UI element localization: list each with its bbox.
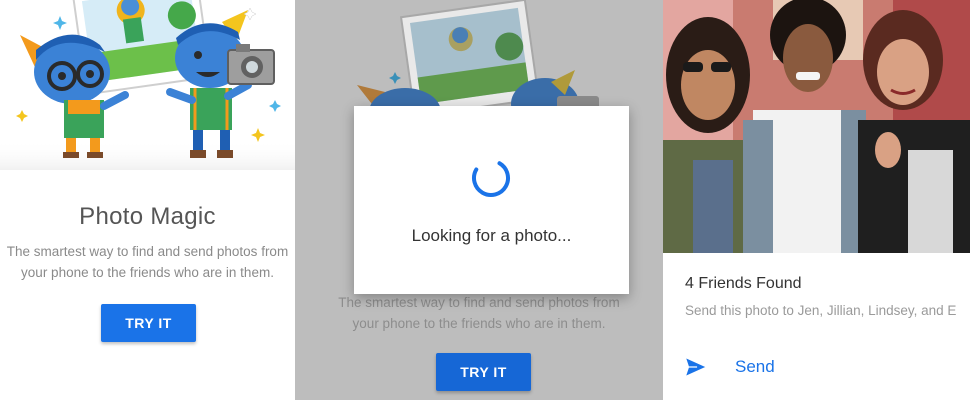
friends-found-title: 4 Friends Found [685, 275, 802, 292]
try-it-button[interactable]: TRY IT [101, 304, 196, 342]
description-line-2: your phone to the friends who are in the… [21, 265, 274, 280]
loading-dialog: Looking for a photo... [354, 106, 629, 294]
description-line-1: The smartest way to find and send photos… [6, 244, 289, 259]
description-line-2: your phone to the friends who are in the… [352, 316, 606, 331]
app-title: Photo Magic [79, 203, 216, 230]
send-to-description: Send this photo to Jen, Jillian, Lindsey… [685, 303, 957, 318]
description-line-1: The smartest way to find and send photos… [338, 295, 620, 310]
loading-screen: The smartest way to find and send photos… [295, 0, 663, 400]
friends-found-screen: 4 Friends Found Send this photo to Jen, … [663, 0, 970, 400]
friends-photo[interactable] [663, 0, 970, 253]
camera-icon [227, 44, 275, 85]
spinner-icon [472, 159, 510, 197]
send-icon [684, 356, 708, 378]
try-it-button[interactable]: TRY IT [436, 353, 531, 391]
photo-magic-illustration [0, 0, 295, 170]
intro-screen: Photo Magic The smartest way to find and… [0, 0, 295, 400]
loading-message: Looking for a photo... [411, 226, 572, 245]
send-button[interactable]: Send [735, 357, 775, 377]
app-description: The smartest way to find and send photos… [295, 292, 663, 334]
app-description: The smartest way to find and send photos… [0, 241, 295, 283]
